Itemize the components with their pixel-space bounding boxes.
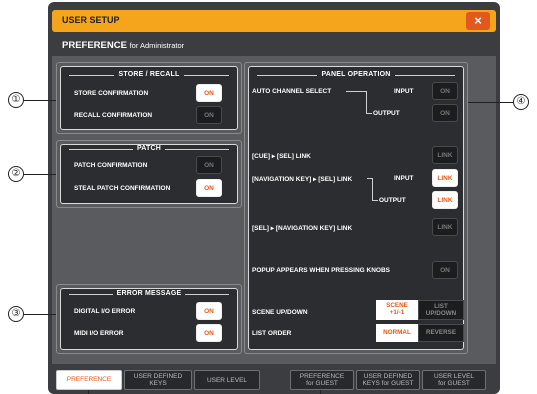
popup-knobs-label: POPUP APPEARS WHEN PRESSING KNOBS — [252, 267, 390, 274]
page-title: PREFERENCE for Administrator — [62, 40, 184, 51]
tab-user-level-for-guest[interactable]: USER LEVEL for GUEST — [422, 370, 486, 390]
list-order-label: LIST ORDER — [252, 330, 292, 337]
page-title-main: PREFERENCE — [62, 40, 127, 51]
tab-user-defined-keys[interactable]: USER DEFINED KEYS — [124, 370, 192, 390]
sel-nav-link-toggle[interactable]: LINK — [432, 218, 458, 236]
callout-1: ① — [8, 92, 24, 108]
store-confirmation-toggle[interactable]: ON — [196, 84, 222, 102]
store-confirmation-label: STORE CONFIRMATION — [74, 90, 149, 97]
nav-sel-link-label: [NAVIGATION KEY] ▸ [SEL] LINK — [252, 176, 353, 183]
tab-user-defined-keys-for-guest[interactable]: USER DEFINED KEYS for GUEST — [356, 370, 420, 390]
cue-sel-link-label: [CUE] ▸ [SEL] LINK — [252, 153, 311, 160]
auto-channel-input-label: INPUT — [394, 88, 414, 95]
error-message-title: ERROR MESSAGE — [112, 290, 186, 297]
store-recall-title: STORE / RECALL — [114, 71, 184, 78]
midi-io-error-label: MIDI I/O ERROR — [74, 330, 124, 337]
scene-updown-label: SCENE UP/DOWN — [252, 309, 308, 316]
callout-4: ④ — [513, 94, 529, 110]
nav-sel-input-toggle[interactable]: LINK — [432, 169, 458, 187]
popup-knobs-toggle[interactable]: ON — [432, 261, 458, 279]
reverse-order-option[interactable]: REVERSE — [418, 324, 464, 342]
patch-title: PATCH — [132, 145, 166, 152]
auto-channel-input-toggle[interactable]: ON — [432, 82, 458, 100]
tab-pointer-right — [320, 390, 321, 394]
recall-confirmation-label: RECALL CONFIRMATION — [74, 112, 153, 119]
midi-io-error-toggle[interactable]: ON — [196, 324, 222, 342]
window-title: USER SETUP — [62, 15, 120, 25]
tab-pointer-left — [88, 390, 89, 394]
panel-operation-title: PANEL OPERATION — [317, 71, 395, 78]
patch-confirmation-toggle[interactable]: ON — [196, 156, 222, 174]
tab-preference-for-guest[interactable]: PREFERENCE for GUEST — [290, 370, 354, 390]
list-updown-option[interactable]: LIST UP/DOWN — [418, 300, 464, 320]
auto-channel-select-label: AUTO CHANNEL SELECT — [252, 88, 332, 95]
normal-order-option[interactable]: NORMAL — [376, 324, 418, 342]
nav-sel-output-toggle[interactable]: LINK — [432, 191, 458, 209]
patch-confirmation-label: PATCH CONFIRMATION — [74, 162, 148, 169]
auto-channel-output-toggle[interactable]: ON — [432, 104, 458, 122]
callout-3: ③ — [8, 306, 24, 322]
close-button[interactable]: × — [466, 12, 490, 30]
cue-sel-link-toggle[interactable]: LINK — [432, 146, 458, 164]
page-title-sub: for Administrator — [129, 41, 185, 50]
digital-io-error-label: DIGITAL I/O ERROR — [74, 308, 136, 315]
scene-plus-minus-option[interactable]: SCENE +1/-1 — [376, 300, 418, 320]
digital-io-error-toggle[interactable]: ON — [196, 302, 222, 320]
auto-channel-output-label: OUTPUT — [373, 110, 400, 117]
steal-patch-confirmation-label: STEAL PATCH CONFIRMATION — [74, 185, 171, 192]
nav-sel-output-label: OUTPUT — [379, 197, 406, 204]
tab-preference[interactable]: PREFERENCE — [56, 370, 122, 390]
steal-patch-confirmation-toggle[interactable]: ON — [196, 179, 222, 197]
callout-2: ② — [8, 166, 24, 182]
title-bar: USER SETUP × — [52, 10, 496, 32]
tab-user-level[interactable]: USER LEVEL — [194, 370, 260, 390]
recall-confirmation-toggle[interactable]: ON — [196, 106, 222, 124]
sel-nav-link-label: [SEL] ▸ [NAVIGATION KEY] LINK — [252, 225, 353, 232]
nav-sel-input-label: INPUT — [394, 175, 414, 182]
